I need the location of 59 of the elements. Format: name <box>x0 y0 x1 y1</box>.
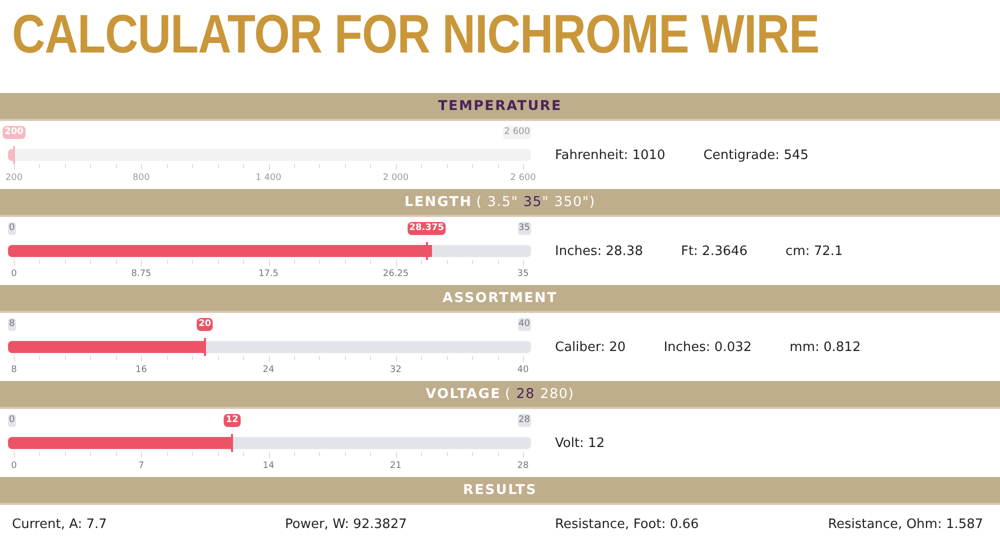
result-text: Resistance, Ohm: 1.587 <box>828 517 984 532</box>
slider-track[interactable] <box>8 149 531 161</box>
tick-label: 0 <box>11 461 17 471</box>
tick-label: 35 <box>517 269 529 279</box>
max-label: 2 600 <box>503 126 531 139</box>
value-bubble: 20 <box>196 318 214 331</box>
range-text: ( 3.5" 35" 350") <box>476 194 596 210</box>
result-text: Power, W: 92.3827 <box>285 517 408 532</box>
tick-label: 8.75 <box>131 269 152 279</box>
section-title: RESULTS <box>462 482 537 498</box>
value-bubble: 12 <box>224 414 240 427</box>
page-title: CALCULATOR FOR NICHROME WIRE <box>12 2 820 66</box>
readout-text: Ft: 2.3646 <box>680 244 748 258</box>
slider-handle[interactable] <box>426 242 428 260</box>
tick-label: 16 <box>136 365 147 375</box>
min-label: 8 <box>8 318 16 331</box>
tick-label: 2 600 <box>510 173 536 183</box>
readout-text: Centigrade: 545 <box>703 148 809 162</box>
value-bubble: 200 <box>2 126 26 139</box>
section-title: ASSORTMENT <box>442 290 558 306</box>
value-bubble: 28.375 <box>407 222 446 235</box>
section-title: TEMPERATURE <box>438 98 562 114</box>
max-label: 40 <box>518 318 531 331</box>
slider-handle[interactable] <box>231 434 234 452</box>
slider-track[interactable] <box>8 245 531 257</box>
readout-text: Inches: 0.032 <box>664 340 752 354</box>
section-title: VOLTAGE <box>426 386 502 402</box>
tick-label: 28 <box>517 461 529 471</box>
readout-text: Volt: 12 <box>555 436 605 450</box>
readout-text: mm: 0.812 <box>790 340 861 354</box>
min-label: 0 <box>8 222 16 235</box>
tick-label: 200 <box>5 173 23 183</box>
tick-label: 40 <box>517 365 529 375</box>
tick-label: 2 000 <box>382 173 409 183</box>
tick-label: 800 <box>132 173 150 183</box>
tick-label: 14 <box>262 461 274 471</box>
result-text: Current, A: 7.7 <box>12 517 108 532</box>
slider-track[interactable] <box>8 341 531 353</box>
min-label: 0 <box>8 414 16 427</box>
readout-text: Caliber: 20 <box>555 340 626 354</box>
section-title: LENGTH <box>404 194 472 210</box>
tick-label: 21 <box>390 461 402 471</box>
tick-label: 32 <box>390 365 402 375</box>
slider-track[interactable] <box>8 437 531 449</box>
tick-label: 26.25 <box>382 269 409 279</box>
tick-label: 7 <box>138 461 144 471</box>
range-text: ( 28 280) <box>505 386 574 402</box>
readout-text: Inches: 28.38 <box>555 244 643 258</box>
max-label: 28 <box>518 414 531 427</box>
tick-label: 1 400 <box>256 173 282 183</box>
tick-label: 8 <box>11 365 17 375</box>
slider-handle[interactable] <box>204 338 206 356</box>
tick-label: 24 <box>262 365 274 375</box>
result-text: Resistance, Foot: 0.66 <box>555 517 700 532</box>
readout-text: Fahrenheit: 1010 <box>555 148 666 162</box>
readout-text: cm: 72.1 <box>786 244 843 258</box>
tick-label: 0 <box>11 269 17 279</box>
tick-label: 17.5 <box>258 269 279 279</box>
max-label: 35 <box>518 222 531 235</box>
